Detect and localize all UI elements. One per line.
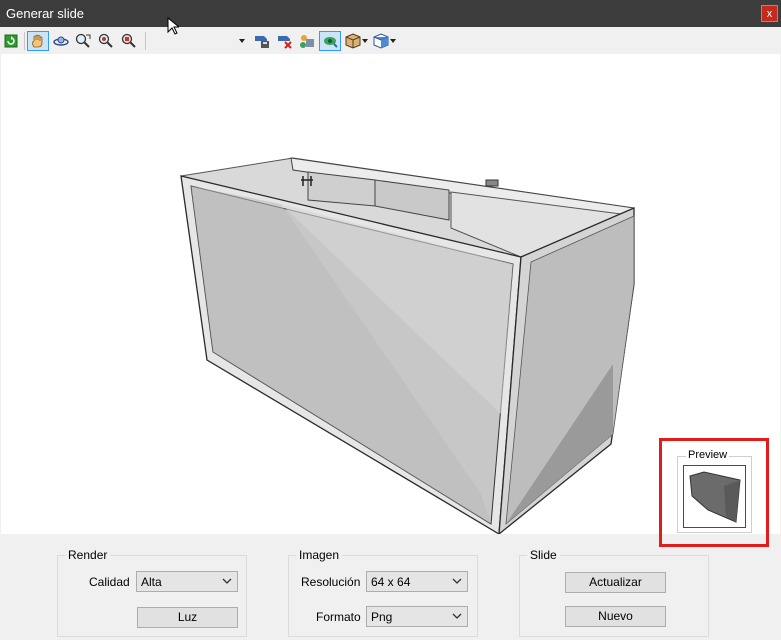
quality-value: Alta [141, 575, 162, 589]
resolution-value: 64 x 64 [371, 575, 411, 589]
title-bar: Generar slide x [0, 0, 781, 27]
chevron-down-icon [222, 578, 232, 584]
materials-icon[interactable] [297, 31, 317, 51]
camera-delete-icon[interactable] [275, 31, 295, 51]
chevron-down-icon [452, 578, 462, 584]
camera-save-icon[interactable] [252, 31, 272, 51]
format-value: Png [371, 610, 393, 624]
chevron-down-icon [452, 613, 462, 619]
window-title: Generar slide [6, 6, 85, 21]
light-button[interactable]: Luz [137, 607, 238, 628]
format-label: Formato [316, 610, 361, 624]
zoom-extents-icon[interactable] [119, 31, 139, 51]
cube-view-icon[interactable] [371, 31, 391, 51]
toolbar [0, 28, 781, 54]
quality-select[interactable]: Alta [136, 571, 238, 592]
box-view-dropdown[interactable] [362, 39, 368, 43]
pan-hand-icon[interactable] [27, 31, 49, 51]
close-button[interactable]: x [761, 5, 778, 22]
render-legend: Render [65, 548, 111, 562]
render-viewport[interactable]: Preview [1, 54, 780, 547]
image-legend: Imagen [296, 548, 343, 562]
quality-label: Calidad [89, 575, 130, 589]
zoom-window-icon[interactable] [73, 31, 93, 51]
refresh-icon[interactable] [1, 31, 21, 51]
resolution-label: Resolución [301, 575, 361, 589]
format-select[interactable]: Png [366, 606, 468, 627]
cube-view-dropdown[interactable] [390, 39, 396, 43]
preview-highlight: Preview [659, 438, 769, 547]
mouse-cursor-icon [167, 17, 179, 35]
box-view-icon[interactable] [343, 31, 363, 51]
new-button[interactable]: Nuevo [565, 606, 666, 627]
preview-legend: Preview [686, 449, 730, 461]
orbit-icon[interactable] [51, 31, 71, 51]
preview-thumbnail [683, 465, 746, 528]
view-toggle-icon[interactable] [319, 31, 341, 51]
zoom-in-icon[interactable] [96, 31, 116, 51]
update-button[interactable]: Actualizar [565, 572, 666, 593]
preview-group: Preview [677, 449, 752, 533]
resolution-select[interactable]: 64 x 64 [366, 571, 468, 592]
slide-legend: Slide [527, 548, 560, 562]
dropdown-arrow[interactable] [239, 39, 245, 43]
